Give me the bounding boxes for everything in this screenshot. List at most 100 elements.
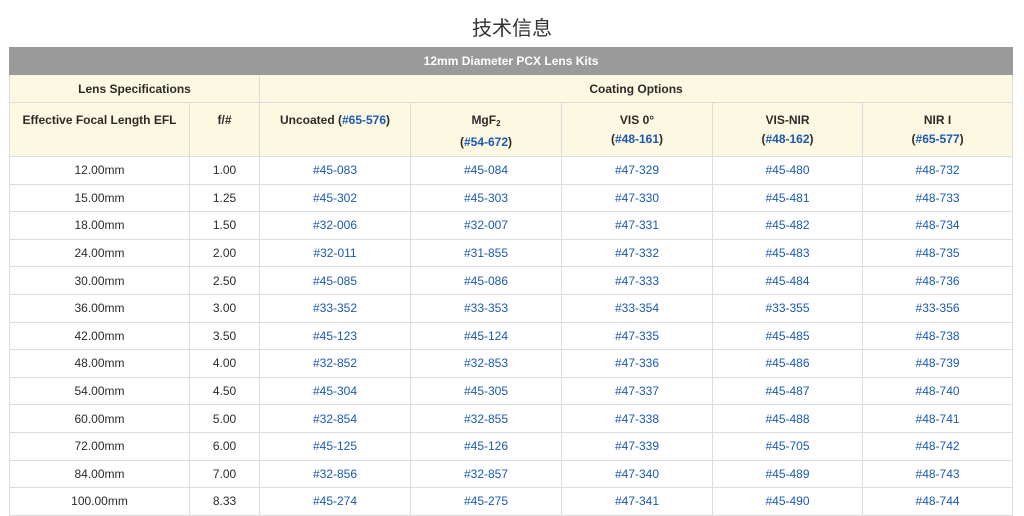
- part-number-mgf2[interactable]: #45-303: [410, 183, 562, 213]
- fnum-cell: 2.50: [189, 266, 260, 295]
- part-number-vis0[interactable]: #47-336: [561, 349, 713, 378]
- part-number-nir1[interactable]: #48-741: [861, 404, 1014, 433]
- table-row: 54.00mm 4.50 #45-304 #45-305 #47-337 #45-487 #…: [9, 376, 1014, 406]
- part-number-mgf2[interactable]: #45-126: [410, 431, 562, 461]
- part-number-nir1[interactable]: #48-732: [861, 156, 1014, 185]
- part-number-visnir[interactable]: #45-485: [712, 321, 863, 351]
- part-number-uncoated[interactable]: #45-083: [259, 156, 411, 185]
- part-number-uncoated[interactable]: #32-006: [259, 211, 411, 240]
- col-header-fnum: f/#: [189, 102, 260, 157]
- part-number-mgf2[interactable]: #45-305: [410, 376, 562, 406]
- part-number-uncoated[interactable]: #32-011: [259, 238, 411, 268]
- part-number-vis0[interactable]: #47-331: [561, 211, 713, 240]
- table-row: 60.00mm 5.00 #32-854 #32-855 #47-338 #45-488 #…: [9, 404, 1014, 433]
- fnum-cell: 1.25: [189, 183, 260, 213]
- part-number-vis0[interactable]: #47-335: [561, 321, 713, 351]
- part-number-uncoated[interactable]: #45-302: [259, 183, 411, 213]
- part-number-uncoated[interactable]: #45-085: [259, 266, 411, 295]
- part-number-visnir[interactable]: #45-482: [712, 211, 863, 240]
- part-number-visnir[interactable]: #45-484: [712, 266, 863, 295]
- table-row: 72.00mm 6.00 #45-125 #45-126 #47-339 #45-705 #…: [9, 431, 1014, 461]
- part-number-mgf2[interactable]: #45-086: [410, 266, 562, 295]
- part-number-mgf2[interactable]: #33-353: [410, 293, 562, 323]
- part-number-uncoated[interactable]: #45-125: [259, 431, 411, 461]
- table-row: 30.00mm 2.50 #45-085 #45-086 #47-333 #45-484 #…: [9, 266, 1014, 295]
- part-number-mgf2[interactable]: #32-855: [410, 404, 562, 433]
- efl-cell: 72.00mm: [9, 431, 190, 461]
- part-number-mgf2[interactable]: #45-124: [410, 321, 562, 351]
- part-number-visnir[interactable]: #45-480: [712, 156, 863, 185]
- efl-cell: 84.00mm: [9, 459, 190, 489]
- col-header-vis0: VIS 0° (#48-161): [561, 102, 713, 157]
- efl-cell: 15.00mm: [9, 183, 190, 213]
- part-number-nir1[interactable]: #48-733: [861, 183, 1014, 213]
- part-number-vis0[interactable]: #47-337: [561, 376, 713, 406]
- part-number-mgf2[interactable]: #32-857: [410, 459, 562, 489]
- part-number-vis0[interactable]: #47-332: [561, 238, 713, 268]
- part-number-visnir[interactable]: #45-487: [712, 376, 863, 406]
- part-number-vis0[interactable]: #47-338: [561, 404, 713, 433]
- col-header-mgf2: MgF2 (#54-672): [410, 102, 562, 157]
- col-header-label: VIS-NIR: [765, 113, 810, 127]
- fnum-cell: 2.00: [189, 238, 260, 268]
- part-number-nir1[interactable]: #48-735: [861, 238, 1014, 268]
- col-header-label: NIR I: [923, 113, 952, 127]
- part-number-visnir[interactable]: #45-705: [712, 431, 863, 461]
- part-number-visnir[interactable]: #45-481: [712, 183, 863, 213]
- table-row: 36.00mm 3.00 #33-352 #33-353 #33-354 #33-355 #…: [9, 293, 1014, 323]
- part-number-mgf2[interactable]: #45-084: [410, 156, 562, 185]
- part-number-uncoated[interactable]: #32-854: [259, 404, 411, 433]
- part-number-nir1[interactable]: #48-739: [861, 349, 1014, 378]
- part-number-vis0[interactable]: #47-329: [561, 156, 713, 185]
- coating-code-link[interactable]: #48-161: [615, 132, 659, 146]
- part-number-uncoated[interactable]: #32-856: [259, 459, 411, 489]
- part-number-vis0[interactable]: #47-333: [561, 266, 713, 295]
- part-number-vis0[interactable]: #47-341: [561, 487, 713, 516]
- part-number-visnir[interactable]: #45-483: [712, 238, 863, 268]
- table-row: 12.00mm 1.00 #45-083 #45-084 #47-329 #45-480 #…: [9, 156, 1014, 185]
- part-number-uncoated[interactable]: #32-852: [259, 349, 411, 378]
- part-number-nir1[interactable]: #48-738: [861, 321, 1014, 351]
- part-number-uncoated[interactable]: #45-274: [259, 487, 411, 516]
- part-number-mgf2[interactable]: #31-855: [410, 238, 562, 268]
- coating-code-link[interactable]: #65-576: [342, 113, 386, 127]
- col-header-visnir: VIS-NIR (#48-162): [712, 102, 863, 157]
- part-number-visnir[interactable]: #45-486: [712, 349, 863, 378]
- part-number-visnir[interactable]: #45-490: [712, 487, 863, 516]
- col-header-suffix: ): [386, 113, 391, 127]
- coating-code-link[interactable]: #54-672: [464, 135, 508, 149]
- efl-cell: 24.00mm: [9, 238, 190, 268]
- part-number-uncoated[interactable]: #45-304: [259, 376, 411, 406]
- part-number-mgf2[interactable]: #45-275: [410, 487, 562, 516]
- part-number-uncoated[interactable]: #45-123: [259, 321, 411, 351]
- part-number-mgf2[interactable]: #32-007: [410, 211, 562, 240]
- coating-code-link[interactable]: #48-162: [765, 132, 809, 146]
- part-number-visnir[interactable]: #45-489: [712, 459, 863, 489]
- part-number-vis0[interactable]: #47-340: [561, 459, 713, 489]
- table-row: 84.00mm 7.00 #32-856 #32-857 #47-340 #45-489 #…: [9, 459, 1014, 489]
- part-number-nir1[interactable]: #33-356: [861, 293, 1014, 323]
- col-header-uncoated: Uncoated (#65-576): [259, 102, 411, 157]
- part-number-nir1[interactable]: #48-736: [861, 266, 1014, 295]
- kit-title: 12mm Diameter PCX Lens Kits: [8, 47, 1014, 75]
- part-number-nir1[interactable]: #48-742: [861, 431, 1014, 461]
- coating-code-link[interactable]: #65-577: [916, 132, 960, 146]
- part-number-visnir[interactable]: #33-355: [712, 293, 863, 323]
- part-number-nir1[interactable]: #48-740: [861, 376, 1014, 406]
- part-number-nir1[interactable]: #48-743: [861, 459, 1014, 489]
- part-number-nir1[interactable]: #48-734: [861, 211, 1014, 240]
- part-number-mgf2[interactable]: #32-853: [410, 349, 562, 378]
- table-row: 24.00mm 2.00 #32-011 #31-855 #47-332 #45-483 #…: [9, 238, 1014, 268]
- part-number-nir1[interactable]: #48-744: [861, 487, 1014, 516]
- part-number-vis0[interactable]: #33-354: [561, 293, 713, 323]
- efl-cell: 36.00mm: [9, 293, 190, 323]
- fnum-cell: 3.50: [189, 321, 260, 351]
- efl-cell: 48.00mm: [9, 349, 190, 378]
- part-number-uncoated[interactable]: #33-352: [259, 293, 411, 323]
- table-body: 12.00mm 1.00 #45-083 #45-084 #47-329 #45-480 #…: [9, 156, 1014, 516]
- part-number-visnir[interactable]: #45-488: [712, 404, 863, 433]
- efl-cell: 60.00mm: [9, 404, 190, 433]
- fnum-cell: 8.33: [189, 487, 260, 516]
- part-number-vis0[interactable]: #47-330: [561, 183, 713, 213]
- part-number-vis0[interactable]: #47-339: [561, 431, 713, 461]
